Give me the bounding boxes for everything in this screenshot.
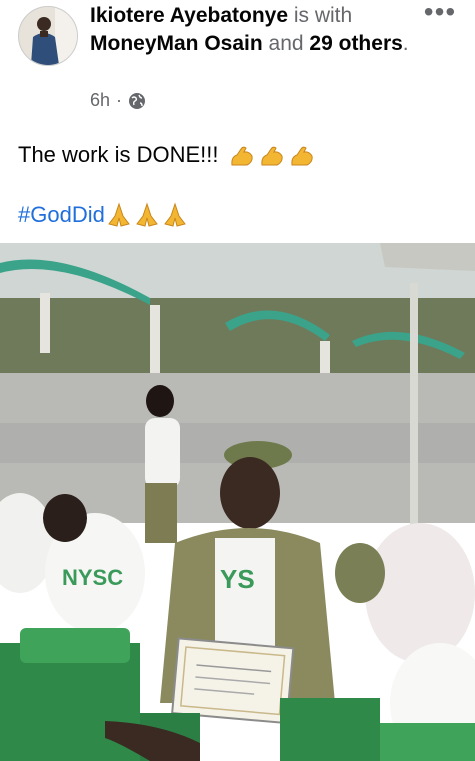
folded-hands-icon bbox=[135, 202, 158, 227]
hashtag-link[interactable]: #GodDid bbox=[18, 200, 105, 230]
more-options-icon[interactable]: ••• bbox=[420, 0, 460, 28]
photo-pavilion bbox=[150, 305, 160, 375]
photo-person bbox=[145, 418, 180, 488]
photo-person-head bbox=[146, 385, 174, 417]
folded-hands-icon bbox=[107, 202, 130, 227]
post-header: Ikiotere Ayebatonye is with MoneyMan Osa… bbox=[0, 0, 475, 120]
photo-person bbox=[145, 483, 177, 543]
tagged-friend[interactable]: MoneyMan Osain bbox=[90, 32, 263, 55]
author-name[interactable]: Ikiotere Ayebatonye bbox=[90, 4, 288, 27]
emoji-row bbox=[229, 143, 315, 169]
photo-seat bbox=[380, 723, 475, 761]
post-attribution: Ikiotere Ayebatonye is with MoneyMan Osa… bbox=[90, 2, 420, 58]
hashtag-line: #GodDid bbox=[18, 200, 189, 230]
flexed-biceps-icon bbox=[260, 146, 283, 166]
meta-separator: · bbox=[116, 90, 123, 110]
flexed-biceps-icon bbox=[290, 146, 313, 166]
with-connector: is with bbox=[288, 4, 353, 27]
post-time[interactable]: 6h bbox=[90, 90, 110, 111]
photo-person bbox=[335, 543, 385, 603]
and-connector: and bbox=[262, 32, 310, 55]
others-link[interactable]: 29 others bbox=[309, 32, 402, 55]
photo-seat bbox=[20, 628, 130, 663]
photo-shirt-text: NYSC bbox=[62, 565, 123, 590]
photo-person bbox=[365, 523, 475, 663]
photo-shirt-text-partial: YS bbox=[220, 564, 255, 594]
photo-foreground-roof bbox=[380, 243, 475, 271]
period: . bbox=[402, 32, 409, 55]
post-message: The work is DONE!!! bbox=[18, 142, 219, 167]
post-photo[interactable]: NYSC YS bbox=[0, 243, 475, 761]
photo-subject-shirt bbox=[215, 538, 275, 658]
flexed-biceps-icon bbox=[230, 146, 253, 166]
post-body: The work is DONE!!! bbox=[18, 140, 315, 170]
folded-hands-icon bbox=[163, 202, 186, 227]
author-avatar[interactable] bbox=[18, 6, 78, 66]
globe-icon[interactable] bbox=[128, 92, 146, 110]
photo-pavilion bbox=[40, 293, 50, 353]
post-meta: 6h · bbox=[90, 90, 146, 111]
photo-certificate bbox=[171, 637, 295, 725]
photo-person-head bbox=[43, 494, 87, 542]
photo-subject-face bbox=[220, 457, 280, 529]
photo-seat bbox=[280, 698, 380, 761]
